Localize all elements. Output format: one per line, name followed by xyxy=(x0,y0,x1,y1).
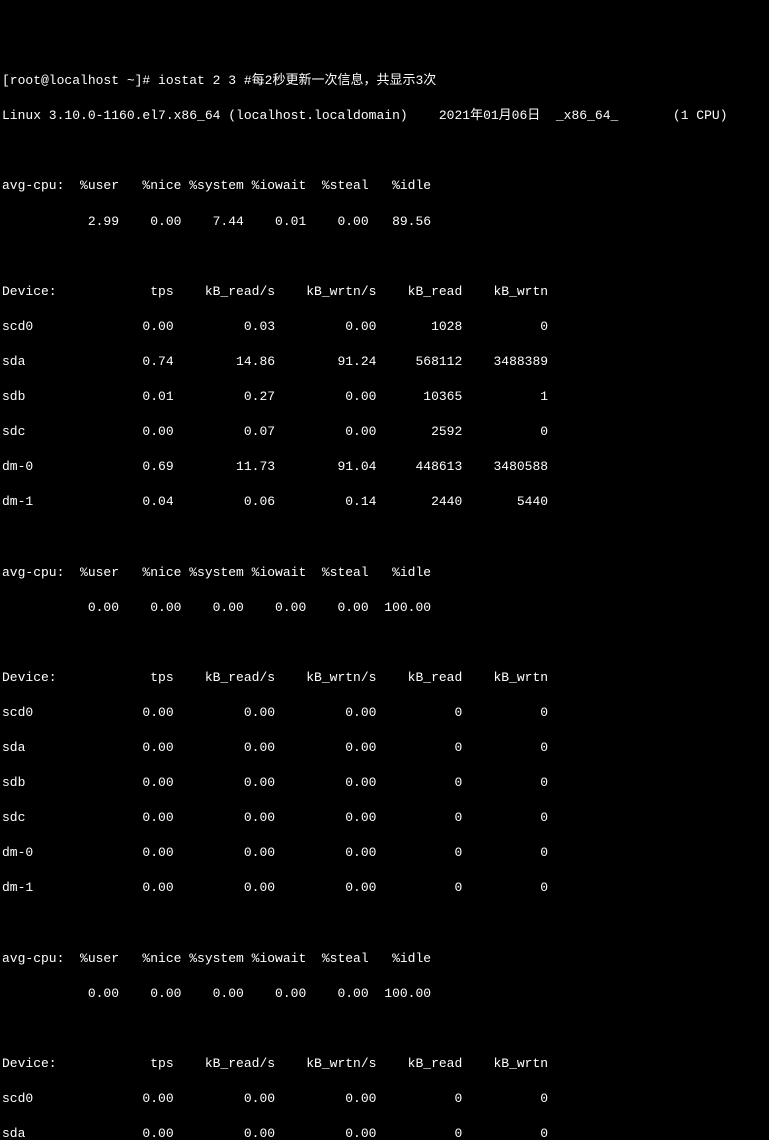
blank-line xyxy=(2,634,767,652)
cpu-header: avg-cpu: %user %nice %system %iowait %st… xyxy=(2,950,767,968)
shell-prompt-line[interactable]: [root@localhost ~]# iostat 2 3 #每2秒更新一次信… xyxy=(2,72,767,90)
device-header: Device: tps kB_read/s kB_wrtn/s kB_read … xyxy=(2,283,767,301)
cpu-row: 2.99 0.00 7.44 0.01 0.00 89.56 xyxy=(2,213,767,231)
device-row: sda 0.74 14.86 91.24 568112 3488389 xyxy=(2,353,767,371)
device-row: sdb 0.00 0.00 0.00 0 0 xyxy=(2,774,767,792)
cpu-row: 0.00 0.00 0.00 0.00 0.00 100.00 xyxy=(2,599,767,617)
device-row: dm-0 0.00 0.00 0.00 0 0 xyxy=(2,844,767,862)
device-row: dm-1 0.04 0.06 0.14 2440 5440 xyxy=(2,493,767,511)
device-row: sdc 0.00 0.00 0.00 0 0 xyxy=(2,809,767,827)
blank-line xyxy=(2,914,767,932)
device-row: dm-0 0.69 11.73 91.04 448613 3480588 xyxy=(2,458,767,476)
system-info-line: Linux 3.10.0-1160.el7.x86_64 (localhost.… xyxy=(2,107,767,125)
cpu-header: avg-cpu: %user %nice %system %iowait %st… xyxy=(2,177,767,195)
blank-line xyxy=(2,1020,767,1038)
device-row: scd0 0.00 0.00 0.00 0 0 xyxy=(2,704,767,722)
cpu-header: avg-cpu: %user %nice %system %iowait %st… xyxy=(2,564,767,582)
device-row: scd0 0.00 0.00 0.00 0 0 xyxy=(2,1090,767,1108)
device-row: sda 0.00 0.00 0.00 0 0 xyxy=(2,1125,767,1140)
blank-line xyxy=(2,142,767,160)
device-row: sda 0.00 0.00 0.00 0 0 xyxy=(2,739,767,757)
device-header: Device: tps kB_read/s kB_wrtn/s kB_read … xyxy=(2,669,767,687)
device-row: sdb 0.01 0.27 0.00 10365 1 xyxy=(2,388,767,406)
device-row: scd0 0.00 0.03 0.00 1028 0 xyxy=(2,318,767,336)
device-row: dm-1 0.00 0.00 0.00 0 0 xyxy=(2,879,767,897)
blank-line xyxy=(2,248,767,266)
blank-line xyxy=(2,528,767,546)
device-row: sdc 0.00 0.07 0.00 2592 0 xyxy=(2,423,767,441)
cpu-row: 0.00 0.00 0.00 0.00 0.00 100.00 xyxy=(2,985,767,1003)
device-header: Device: tps kB_read/s kB_wrtn/s kB_read … xyxy=(2,1055,767,1073)
